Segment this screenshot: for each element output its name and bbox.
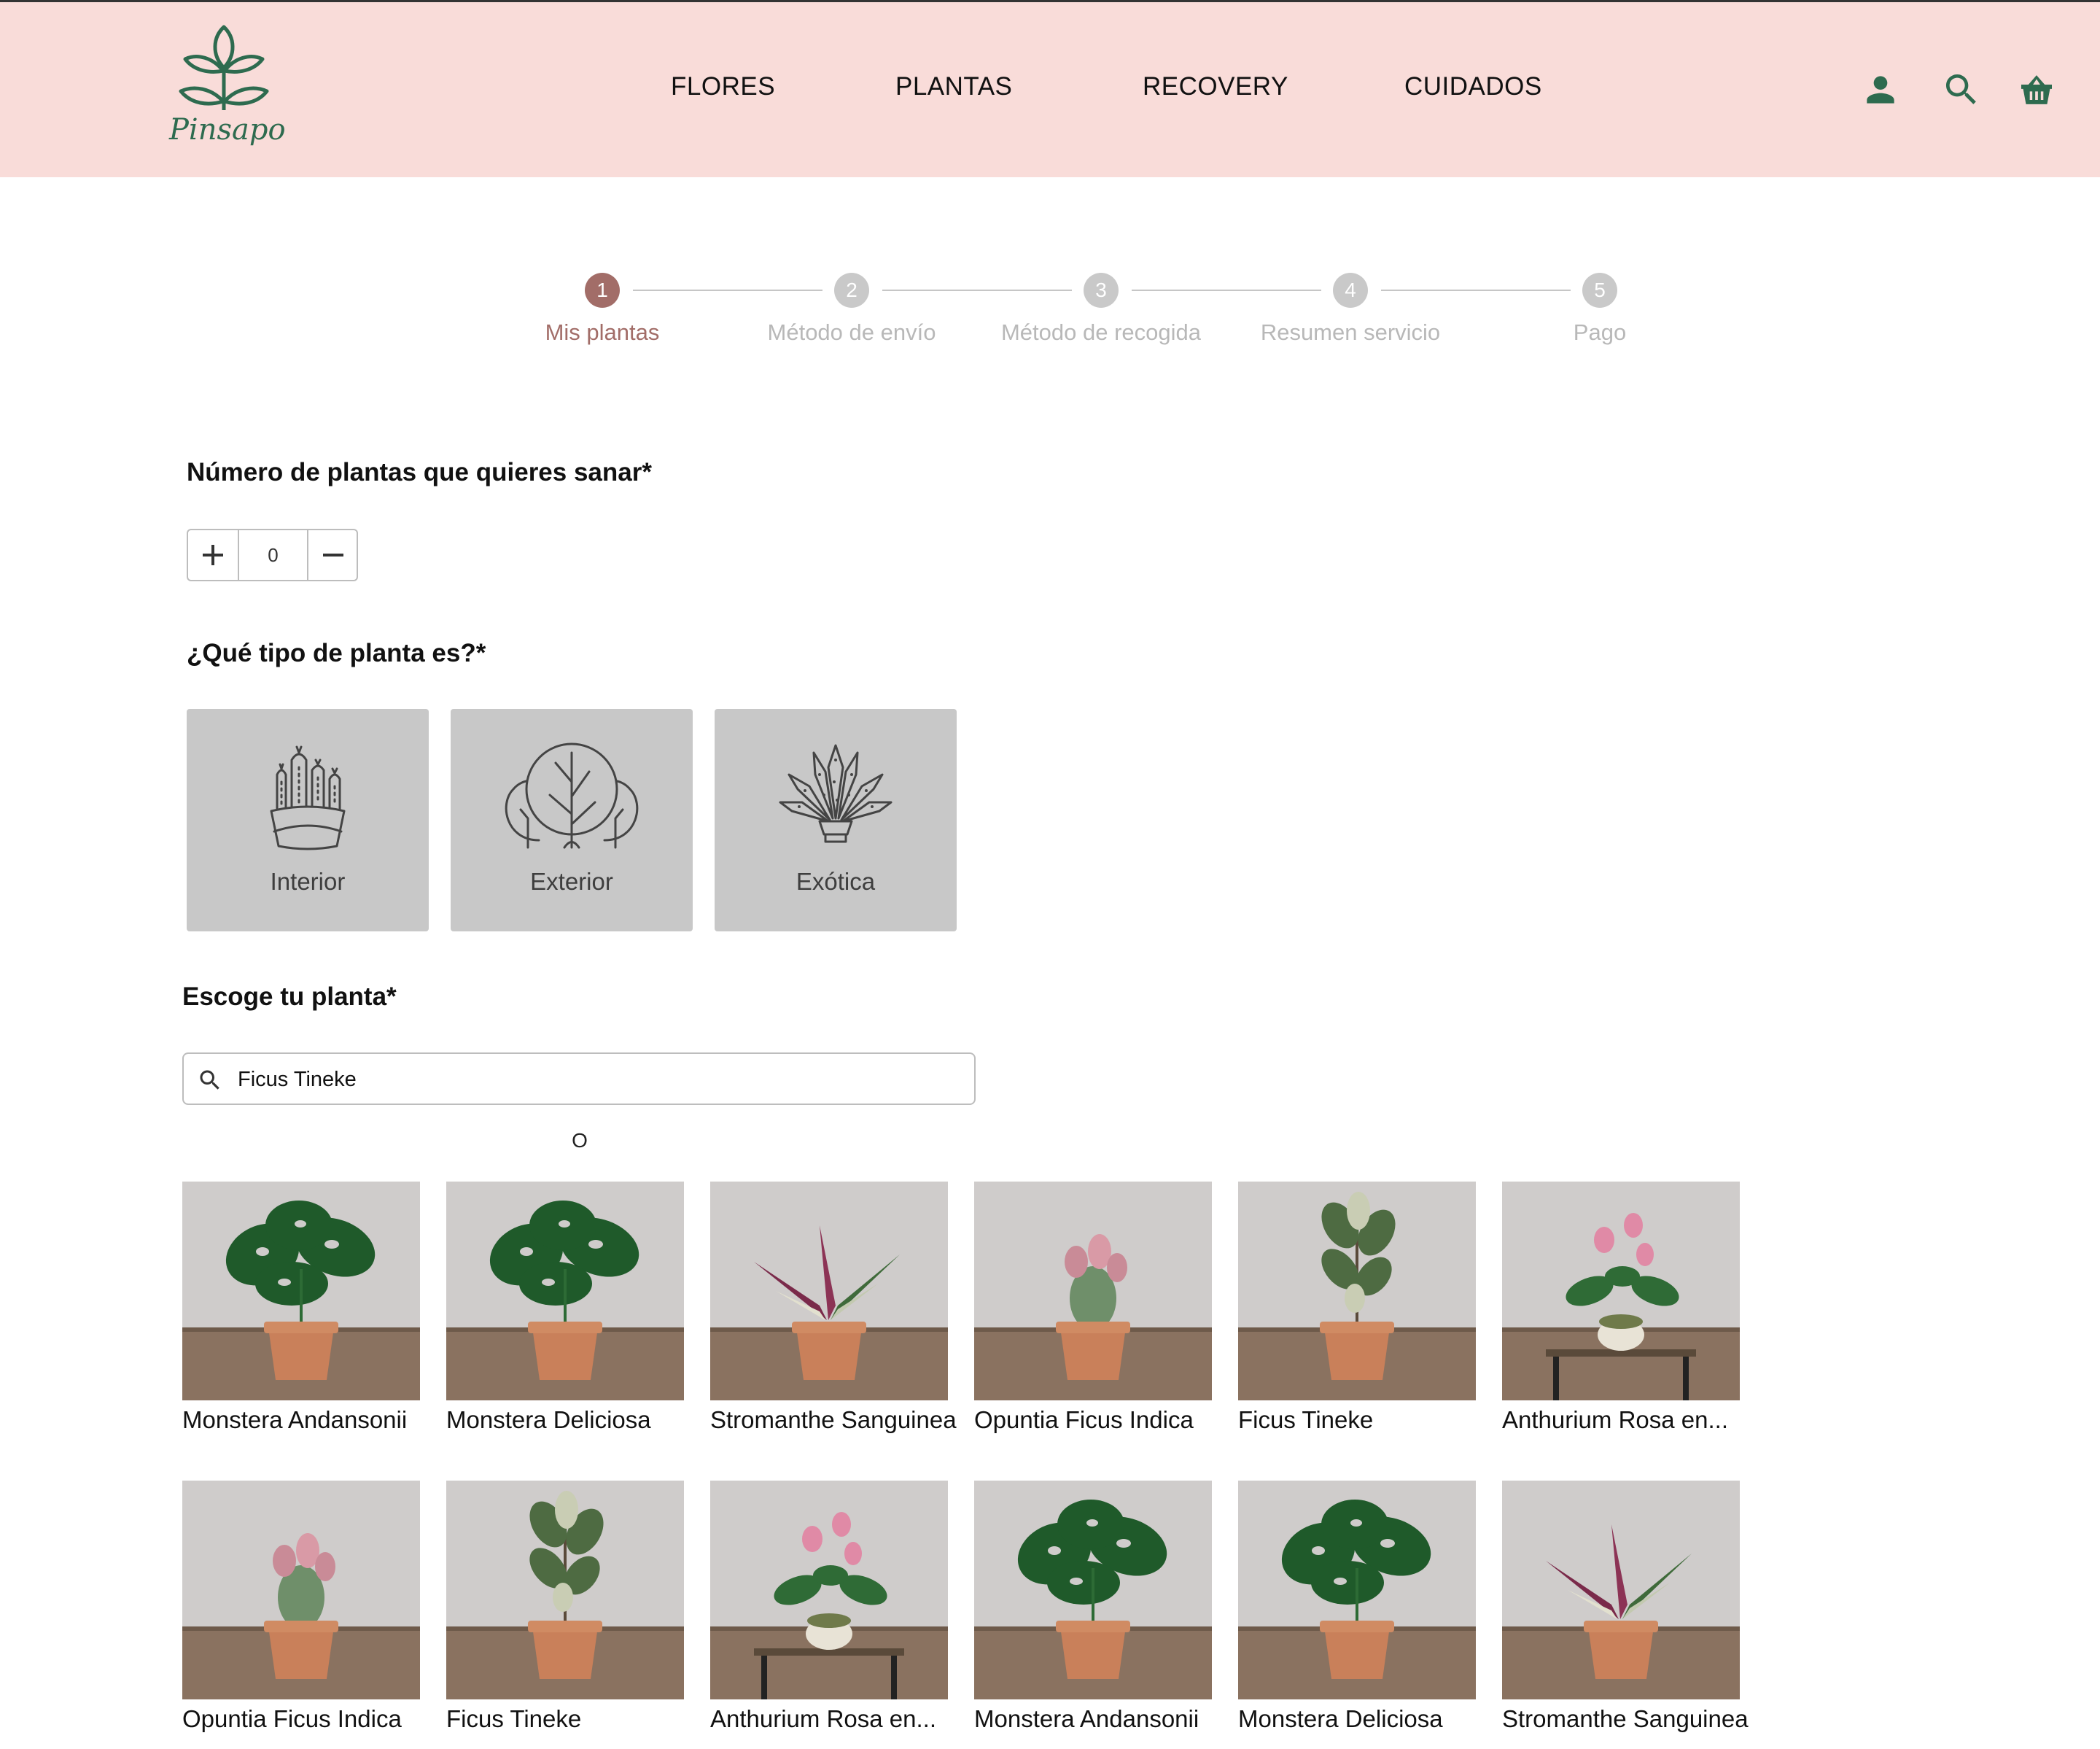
plant-card[interactable]: Ficus Tineke	[446, 1481, 684, 1733]
nav-cuidados[interactable]: CUIDADOS	[1404, 72, 1542, 109]
plant-name: Stromanthe Sanguinea	[1502, 1705, 1749, 1732]
step-3-label: Método de recogida	[1000, 319, 1202, 345]
step-1-label: Mis plantas	[545, 319, 660, 345]
plant-card[interactable]: Monstera Deliciosa	[1238, 1481, 1476, 1733]
plant-photo	[446, 1481, 684, 1699]
step-1-indicator[interactable]: 1	[585, 273, 620, 308]
plant-photo	[974, 1182, 1212, 1400]
quantity-stepper: 0	[187, 529, 358, 581]
or-separator: O	[572, 1129, 588, 1152]
step-connector	[1132, 290, 1321, 291]
step-5-label: Pago	[1573, 319, 1627, 345]
brand-logo[interactable]: Pinsapo	[169, 23, 286, 161]
plant-photo	[1502, 1481, 1740, 1699]
step-4-label: Resumen servicio	[1260, 319, 1441, 345]
plant-card[interactable]: Monstera Andansonii	[182, 1182, 420, 1434]
type-card-interior[interactable]: Interior	[187, 709, 429, 931]
plant-name: Monstera Deliciosa	[446, 1406, 651, 1433]
type-label-exterior: Exterior	[530, 868, 613, 895]
step-connector	[1381, 290, 1571, 291]
step-5-indicator[interactable]: 5	[1582, 273, 1617, 308]
search-icon	[200, 1070, 219, 1090]
plant-search-field	[182, 1052, 976, 1105]
plant-card[interactable]: Monstera Deliciosa	[446, 1182, 684, 1434]
nav-flores[interactable]: FLORES	[671, 72, 775, 109]
brand-name: Pinsapo	[169, 113, 286, 147]
plant-card[interactable]: Anthurium Rosa en...	[1502, 1182, 1740, 1434]
succulent-icon	[779, 744, 892, 843]
plant-name: Anthurium Rosa en...	[710, 1705, 936, 1732]
plant-name: Stromanthe Sanguinea	[710, 1406, 957, 1433]
site-header: Pinsapo FLORES PLANTAS RECOVERY CUIDADOS	[0, 2, 2100, 177]
step-2-indicator[interactable]: 2	[834, 273, 869, 308]
plus-icon	[203, 545, 223, 565]
plant-card[interactable]: Stromanthe Sanguinea	[710, 1182, 957, 1434]
plant-photo	[1502, 1182, 1740, 1400]
plant-photo	[710, 1182, 948, 1400]
minus-icon	[323, 554, 343, 556]
quantity-title: Número de plantas que quieres sanar*	[187, 458, 652, 486]
leaf-logo-icon	[179, 25, 269, 110]
plant-name: Ficus Tineke	[446, 1705, 582, 1732]
basket-icon[interactable]	[2016, 69, 2057, 110]
type-card-exterior[interactable]: Exterior	[451, 709, 693, 931]
plant-photo	[182, 1481, 420, 1699]
plant-name: Ficus Tineke	[1238, 1406, 1374, 1433]
type-label-exotica: Exótica	[796, 868, 876, 895]
quantity-value[interactable]: 0	[238, 530, 308, 580]
plant-name: Monstera Andansonii	[974, 1705, 1199, 1732]
plant-photo	[974, 1481, 1212, 1699]
plant-card[interactable]: Anthurium Rosa en...	[710, 1481, 948, 1733]
increment-button[interactable]	[188, 530, 238, 580]
user-icon[interactable]	[1860, 69, 1901, 110]
plant-name: Opuntia Ficus Indica	[974, 1406, 1194, 1433]
step-connector	[633, 290, 822, 291]
cactus-pot-icon	[270, 745, 346, 850]
plant-photo	[710, 1481, 948, 1699]
nav-plantas[interactable]: PLANTAS	[895, 72, 1012, 109]
step-4-indicator[interactable]: 4	[1333, 273, 1368, 308]
plant-name: Opuntia Ficus Indica	[182, 1705, 402, 1732]
plant-search-input[interactable]	[238, 1061, 952, 1098]
step-2-label: Método de envío	[767, 319, 936, 345]
plant-photo	[1238, 1182, 1476, 1400]
plant-card[interactable]: Ficus Tineke	[1238, 1182, 1476, 1434]
plant-card[interactable]: Opuntia Ficus Indica	[182, 1481, 420, 1733]
plant-name: Monstera Deliciosa	[1238, 1705, 1443, 1732]
trees-icon	[505, 742, 639, 849]
plant-card[interactable]: Stromanthe Sanguinea	[1502, 1481, 1749, 1733]
plant-type-title: ¿Qué tipo de planta es?*	[187, 639, 486, 667]
plant-name: Anthurium Rosa en...	[1502, 1406, 1728, 1433]
plant-photo	[446, 1182, 684, 1400]
step-connector	[882, 290, 1072, 291]
nav-recovery[interactable]: RECOVERY	[1143, 72, 1288, 109]
step-3-indicator[interactable]: 3	[1084, 273, 1119, 308]
type-card-exotica[interactable]: Exótica	[715, 709, 957, 931]
decrement-button[interactable]	[308, 530, 358, 580]
plant-name: Monstera Andansonii	[182, 1406, 408, 1433]
plant-card[interactable]: Opuntia Ficus Indica	[974, 1182, 1212, 1434]
type-label-interior: Interior	[270, 868, 346, 895]
plant-photo	[182, 1182, 420, 1400]
plant-photo	[1238, 1481, 1476, 1699]
plant-card[interactable]: Monstera Andansonii	[974, 1481, 1212, 1733]
choose-plant-title: Escoge tu planta*	[182, 982, 397, 1011]
search-icon[interactable]	[1941, 69, 1982, 110]
